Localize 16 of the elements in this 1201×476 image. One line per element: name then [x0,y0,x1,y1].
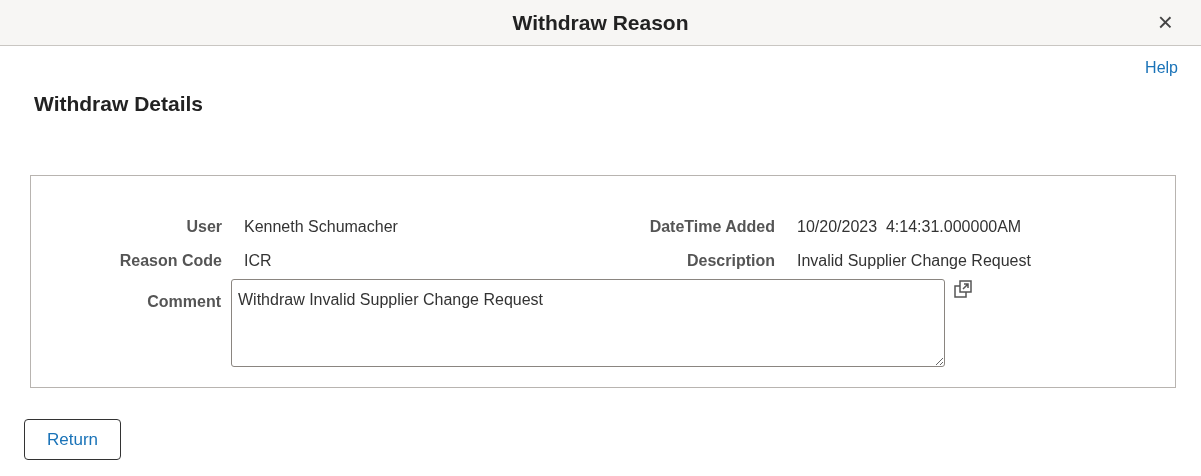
field-label: User [185,217,222,237]
field-label: Description [686,251,775,271]
window-title: Withdraw Reason [512,9,689,36]
field-value: Invalid Supplier Change Request [797,251,1032,271]
field-label: Comment [146,292,221,312]
close-button[interactable]: × [1157,7,1173,37]
expand-icon[interactable] [954,280,972,298]
field-value: 10/20/2023 4:14:31.000000AM [797,217,1023,237]
field-label: DateTime Added [648,217,775,237]
section-title: Withdraw Details [34,92,203,115]
return-button[interactable]: Return [24,419,121,460]
help-link[interactable]: Help [1145,56,1178,88]
field-value: Kenneth Schumacher [244,217,399,237]
field-label: Reason Code [118,251,222,271]
field-value: ICR [244,251,273,271]
comment-field[interactable]: Withdraw Invalid Supplier Change Request [231,279,945,367]
